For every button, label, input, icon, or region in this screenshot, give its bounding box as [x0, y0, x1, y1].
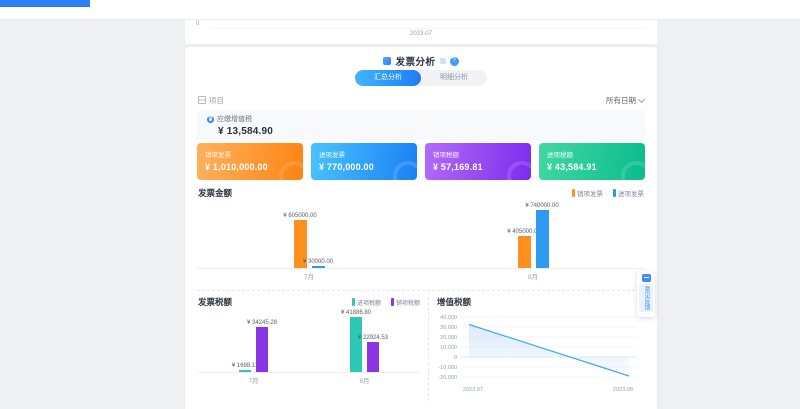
kpi-value: ¥ 13,584.90 [218, 126, 635, 137]
stat-card-label: 进项发票 [319, 149, 417, 159]
invoice_amount-bar: ¥ 405000.00 [518, 236, 531, 268]
feedback-chat-icon [642, 274, 651, 282]
project-icon [198, 96, 206, 104]
stat-card-output-tax: 销项税额 ¥ 57,169.81 [425, 143, 531, 180]
legend-item-input-invoice[interactable]: 进项发票 [613, 188, 644, 198]
legend-swatch [572, 189, 575, 197]
chart-legend: 销项发票 进项发票 [572, 188, 644, 198]
page-title: 发票分析 [395, 54, 435, 68]
invoice-amount-bar-chart: ¥ 605000.00¥ 30000.00¥ 405000.00¥ 740000… [197, 199, 645, 281]
vat-amount-line-chart: 40,000 30,000 20,000 10,000 0 -10,000 -20,000 2… [431, 303, 643, 405]
bar-group: ¥ 605000.00¥ 30000.00 [294, 220, 325, 268]
svg-text:0: 0 [454, 355, 457, 361]
invoice_amount-bar: ¥ 740000.00 [536, 210, 549, 268]
svg-text:2023-08: 2023-08 [613, 387, 633, 393]
svg-text:30,000: 30,000 [440, 325, 457, 331]
x-axis-label: 2023-07 [185, 31, 657, 37]
legend-swatch [613, 189, 616, 197]
vat-payable-kpi: 应缴增值税 ¥ 13,584.90 [197, 110, 645, 140]
x-axis-label: 7月 [248, 375, 258, 385]
section-divider [197, 290, 645, 291]
bar-value-label: ¥ 22924.53 [358, 335, 388, 341]
invoice_tax-bar: ¥ 34245.28 [256, 327, 268, 372]
edit-icon[interactable] [440, 58, 446, 64]
stat-card-label: 销项发票 [205, 149, 303, 159]
help-icon[interactable]: ? [450, 57, 459, 66]
x-axis-label: 7月 [304, 271, 314, 281]
invoice-amount-section-header: 发票金额 销项发票 进项发票 [198, 187, 644, 199]
top-nav-bar [0, 0, 800, 20]
date-range-filter[interactable]: 所有日期 [606, 95, 644, 106]
bar-group: ¥ 1698.11 ¥ 34245.28 [239, 327, 268, 372]
chevron-down-icon [638, 95, 645, 102]
bar-value-label: ¥ 41886.80 [341, 310, 371, 316]
bar-value-label: ¥ 1698.11 [232, 363, 258, 369]
section-title: 发票金额 [198, 187, 232, 199]
toggle-summary-analysis[interactable]: 汇总分析 [355, 70, 421, 86]
stat-card-label: 销项税额 [433, 149, 531, 159]
toggle-detail-analysis[interactable]: 明细分析 [421, 70, 487, 86]
bookmark-icon [383, 57, 391, 65]
kpi-label: 应缴增值税 [217, 114, 252, 124]
legend-swatch [391, 298, 394, 306]
svg-text:-20,000: -20,000 [438, 375, 457, 381]
project-filter[interactable]: 项目 [198, 95, 224, 106]
feedback-label: 意见反馈 [639, 284, 653, 312]
y-axis-tick: 0 [196, 21, 199, 27]
filter-bar: 项目 所有日期 [198, 93, 644, 107]
gridline [211, 28, 645, 29]
bar-value-label: ¥ 740000.00 [525, 203, 558, 209]
invoice_amount-bar: ¥ 30000.00 [312, 266, 325, 268]
stat-card-output-invoice: 销项发票 ¥ 1,010,000.00 [197, 143, 303, 180]
bar-value-label: ¥ 605000.00 [283, 213, 316, 219]
column-divider [428, 297, 429, 401]
app-header-strip [0, 0, 90, 7]
invoice_tax-bar: ¥ 1698.11 [239, 370, 251, 372]
legend-item-output-invoice[interactable]: 销项发票 [572, 188, 603, 198]
x-axis-label: 8月 [359, 375, 369, 385]
panel-header: 发票分析 ? [185, 54, 657, 68]
legend-label: 进项发票 [618, 188, 644, 198]
invoice_tax-bar: ¥ 22924.53 [367, 342, 379, 372]
legend-swatch [352, 298, 355, 306]
legend-label: 进项税额 [357, 298, 381, 307]
legend-item-input-tax[interactable]: 进项税额 [352, 298, 381, 307]
invoice_tax-bar: ¥ 41886.80 [350, 317, 362, 372]
stat-card-input-invoice: 进项发票 ¥ 770,000.00 [311, 143, 417, 180]
bar-value-label: ¥ 30000.00 [303, 259, 333, 265]
scrolled-chart-remnant: 0 2023-07 [185, 20, 657, 44]
svg-text:-10,000: -10,000 [438, 365, 457, 371]
bar-group: ¥ 405000.00 ¥ 740000.00 [518, 210, 549, 268]
legend-item-output-tax[interactable]: 销项税额 [391, 298, 420, 307]
stat-cards: 销项发票 ¥ 1,010,000.00 进项发票 ¥ 770,000.00 销项… [197, 143, 645, 180]
legend-label: 销项发票 [577, 188, 603, 198]
svg-text:20,000: 20,000 [440, 335, 457, 341]
x-axis-label: 8月 [528, 271, 538, 281]
svg-text:40,000: 40,000 [440, 315, 457, 321]
stat-card-label: 进项税额 [547, 149, 645, 159]
stat-card-input-tax: 进项税额 ¥ 43,584.91 [539, 143, 645, 180]
svg-text:10,000: 10,000 [440, 345, 457, 351]
date-filter-label: 所有日期 [606, 95, 636, 106]
invoice-tax-bar-chart: ¥ 1698.11¥ 34245.28¥ 41886.80¥ 22924.537… [198, 307, 420, 385]
invoice-analysis-panel: 发票分析 ? 汇总分析 明细分析 项目 所有日期 应缴增值税 ¥ 13,584.… [185, 47, 657, 409]
bar-value-label: ¥ 34245.28 [247, 320, 277, 326]
feedback-widget[interactable]: 意见反馈 [637, 271, 655, 317]
view-toggle: 汇总分析 明细分析 [355, 70, 487, 86]
project-filter-label: 项目 [209, 95, 224, 106]
legend-label: 销项税额 [396, 298, 420, 307]
chart-legend: 进项税额 销项税额 [352, 298, 420, 307]
bar-group: ¥ 41886.80 ¥ 22924.53 [350, 317, 379, 372]
svg-text:2023-07: 2023-07 [463, 387, 483, 393]
donut-chart-icon [207, 116, 214, 123]
